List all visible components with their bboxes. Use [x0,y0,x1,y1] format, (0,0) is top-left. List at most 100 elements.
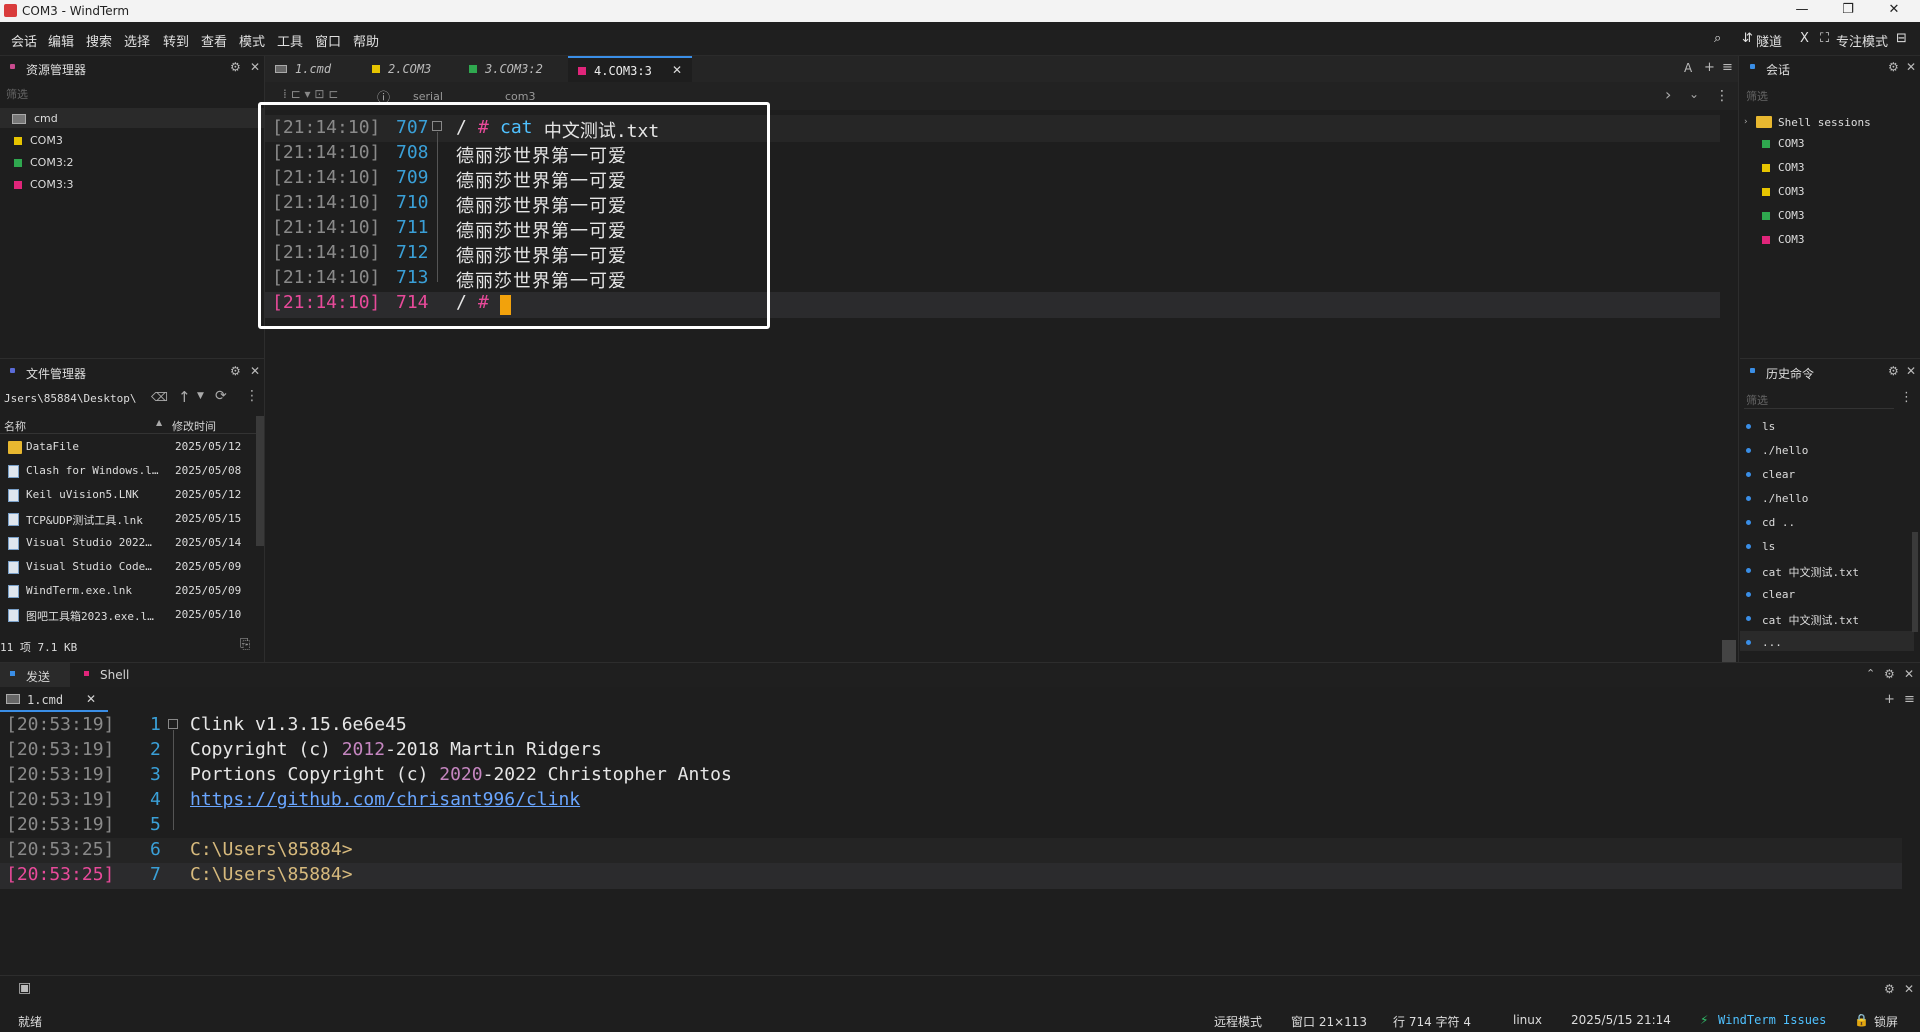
tab-1-cmd[interactable]: 1.cmd [265,56,361,82]
close-icon[interactable]: ✕ [1906,364,1916,378]
tree-item-cmd[interactable]: cmd [0,108,264,128]
gear-icon[interactable]: ⚙ [230,364,241,378]
tree-item-com3-2[interactable]: COM3:2 [0,152,264,172]
close-icon[interactable]: ✕ [250,60,260,74]
session-item[interactable]: COM3 [1762,185,1912,205]
history-scrollbar[interactable] [1912,532,1918,632]
gear-icon[interactable]: ⚙ [230,60,241,74]
session-item[interactable]: COM3 [1762,209,1912,229]
menu-session[interactable]: 会话 [11,31,37,50]
path-field[interactable]: Jsers\85884\Desktop\ [4,392,136,405]
status-position[interactable]: 行 714 字符 4 [1393,1013,1471,1030]
layout-icon[interactable]: ⊟ [1896,31,1907,46]
status-window-size[interactable]: 窗口 21×113 [1291,1013,1367,1030]
menu-view[interactable]: 查看 [201,31,227,50]
tab-2-com3[interactable]: 2.COM3 [362,56,458,82]
more-icon[interactable]: ⋮ [245,388,259,404]
font-size-icon[interactable]: A [1684,61,1692,75]
menu-window[interactable]: 窗口 [315,31,341,50]
windterm-issues-link[interactable]: WindTerm Issues [1718,1013,1826,1027]
status-remote-mode[interactable]: 远程模式 [1214,1013,1262,1030]
close-icon[interactable]: ✕ [1904,982,1914,996]
tree-item-com3[interactable]: COM3 [0,130,264,150]
tab-close-icon[interactable]: ✕ [86,692,96,706]
file-row[interactable]: Visual Studio 2022… 2025/05/14 [4,532,256,556]
session-item[interactable]: COM3 [1762,233,1912,253]
tab-label: 4.COM3:3 [594,64,652,78]
x-button[interactable]: X [1800,31,1809,46]
menu-tools[interactable]: 工具 [277,31,303,50]
tab-shell[interactable]: Shell [74,663,154,687]
minimize-button[interactable]: — [1782,2,1822,20]
terminal-icon[interactable]: ▣ [18,980,31,996]
resource-filter-input[interactable]: 筛选 [6,86,28,102]
new-tab-icon[interactable]: + [1884,692,1895,707]
more-icon[interactable]: ⋮ [1715,88,1729,104]
lock-screen-button[interactable]: 锁屏 [1874,1013,1898,1030]
menu-goto[interactable]: 转到 [163,31,189,50]
clear-path-icon[interactable]: ⌫ [151,390,168,404]
open-folder-icon[interactable]: ⎘ [240,637,250,652]
column-name[interactable]: 名称 [4,418,26,434]
subtab-1-cmd[interactable]: 1.cmd ✕ [0,688,108,712]
tab-4-com3-3[interactable]: 4.COM3:3 ✕ [568,56,692,82]
more-icon[interactable]: ⋮ [1900,390,1913,405]
tab-3-com3-2[interactable]: 3.COM3:2 [459,56,567,82]
session-item[interactable]: COM3 [1762,137,1912,157]
menu-mode[interactable]: 模式 [239,31,265,50]
sessions-filter-input[interactable]: 筛选 [1746,88,1768,104]
focus-mode-button[interactable]: 专注模式 [1836,31,1888,50]
file-row[interactable]: Visual Studio Code… 2025/05/09 [4,556,256,580]
chevron-right-icon[interactable]: › [1665,85,1671,104]
chevron-down-icon[interactable]: ⌄ [1689,87,1699,101]
gear-icon[interactable]: ⚙ [1884,982,1895,996]
refresh-icon[interactable]: ⟳ [215,388,227,404]
chevron-down-icon[interactable]: ▼ [197,391,204,401]
gear-icon[interactable]: ⚙ [1884,667,1895,681]
up-arrow-icon[interactable]: ↑ [178,388,191,406]
file-row[interactable]: DataFile 2025/05/12 [4,436,256,460]
file-row[interactable]: Clash for Windows.l… 2025/05/08 [4,460,256,484]
fold-icon[interactable] [432,121,442,131]
close-icon[interactable]: ✕ [250,364,260,378]
file-row[interactable]: TCP&UDP测试工具.lnk 2025/05/15 [4,508,256,532]
search-icon[interactable]: ⌕ [1714,31,1721,46]
tunnel-button[interactable]: 隧道 [1756,31,1782,50]
clink-url-link[interactable]: https://github.com/chrisant996/clink [190,789,580,814]
maximize-button[interactable]: ❐ [1828,2,1868,20]
menu-search[interactable]: 搜索 [86,31,112,50]
close-icon[interactable]: ✕ [1904,667,1914,681]
status-square-icon [578,67,586,75]
column-modified[interactable]: 修改时间 [172,418,216,434]
close-button[interactable]: ✕ [1874,2,1914,20]
chevron-up-icon[interactable]: ⌃ [1866,667,1875,680]
terminal-scrollbar[interactable] [1722,640,1736,662]
menu-edit[interactable]: 编辑 [48,31,74,50]
breadcrumb-com3[interactable]: com3 [505,90,536,103]
toolbar-icon[interactable]: ⁞ ⊏ ▾ ⊡ ⊏ [283,87,338,101]
file-scrollbar[interactable] [256,416,264,546]
close-icon[interactable]: ✕ [1906,60,1916,74]
fold-icon[interactable] [168,719,178,729]
new-tab-icon[interactable]: + [1704,60,1715,75]
file-row[interactable]: Keil uVision5.LNK 2025/05/12 [4,484,256,508]
file-row[interactable]: WindTerm.exe.lnk 2025/05/09 [4,580,256,604]
focus-icon[interactable]: ⛶ [1820,31,1829,46]
session-item[interactable]: COM3 [1762,161,1912,181]
tunnel-icon[interactable]: ⇵ [1742,31,1753,46]
info-icon[interactable]: ⓘ [377,87,390,106]
gear-icon[interactable]: ⚙ [1888,364,1899,378]
tab-send[interactable]: 发送 [0,663,70,687]
tab-close-icon[interactable]: ✕ [672,63,682,77]
gear-icon[interactable]: ⚙ [1888,60,1899,74]
file-row[interactable]: 图吧工具箱2023.exe.l… 2025/05/10 [4,604,256,628]
breadcrumb-serial[interactable]: serial [413,90,443,103]
status-os[interactable]: linux [1513,1013,1542,1027]
tab-menu-icon[interactable]: ≡ [1722,60,1733,75]
menu-select[interactable]: 选择 [124,31,150,50]
tree-item-com3-3[interactable]: COM3:3 [0,174,264,194]
menu-help[interactable]: 帮助 [353,31,379,50]
shell-sessions-group[interactable]: › Shell sessions [1744,114,1914,134]
history-filter-input[interactable]: 筛选 [1746,392,1768,408]
tab-menu-icon[interactable]: ≡ [1904,692,1915,707]
